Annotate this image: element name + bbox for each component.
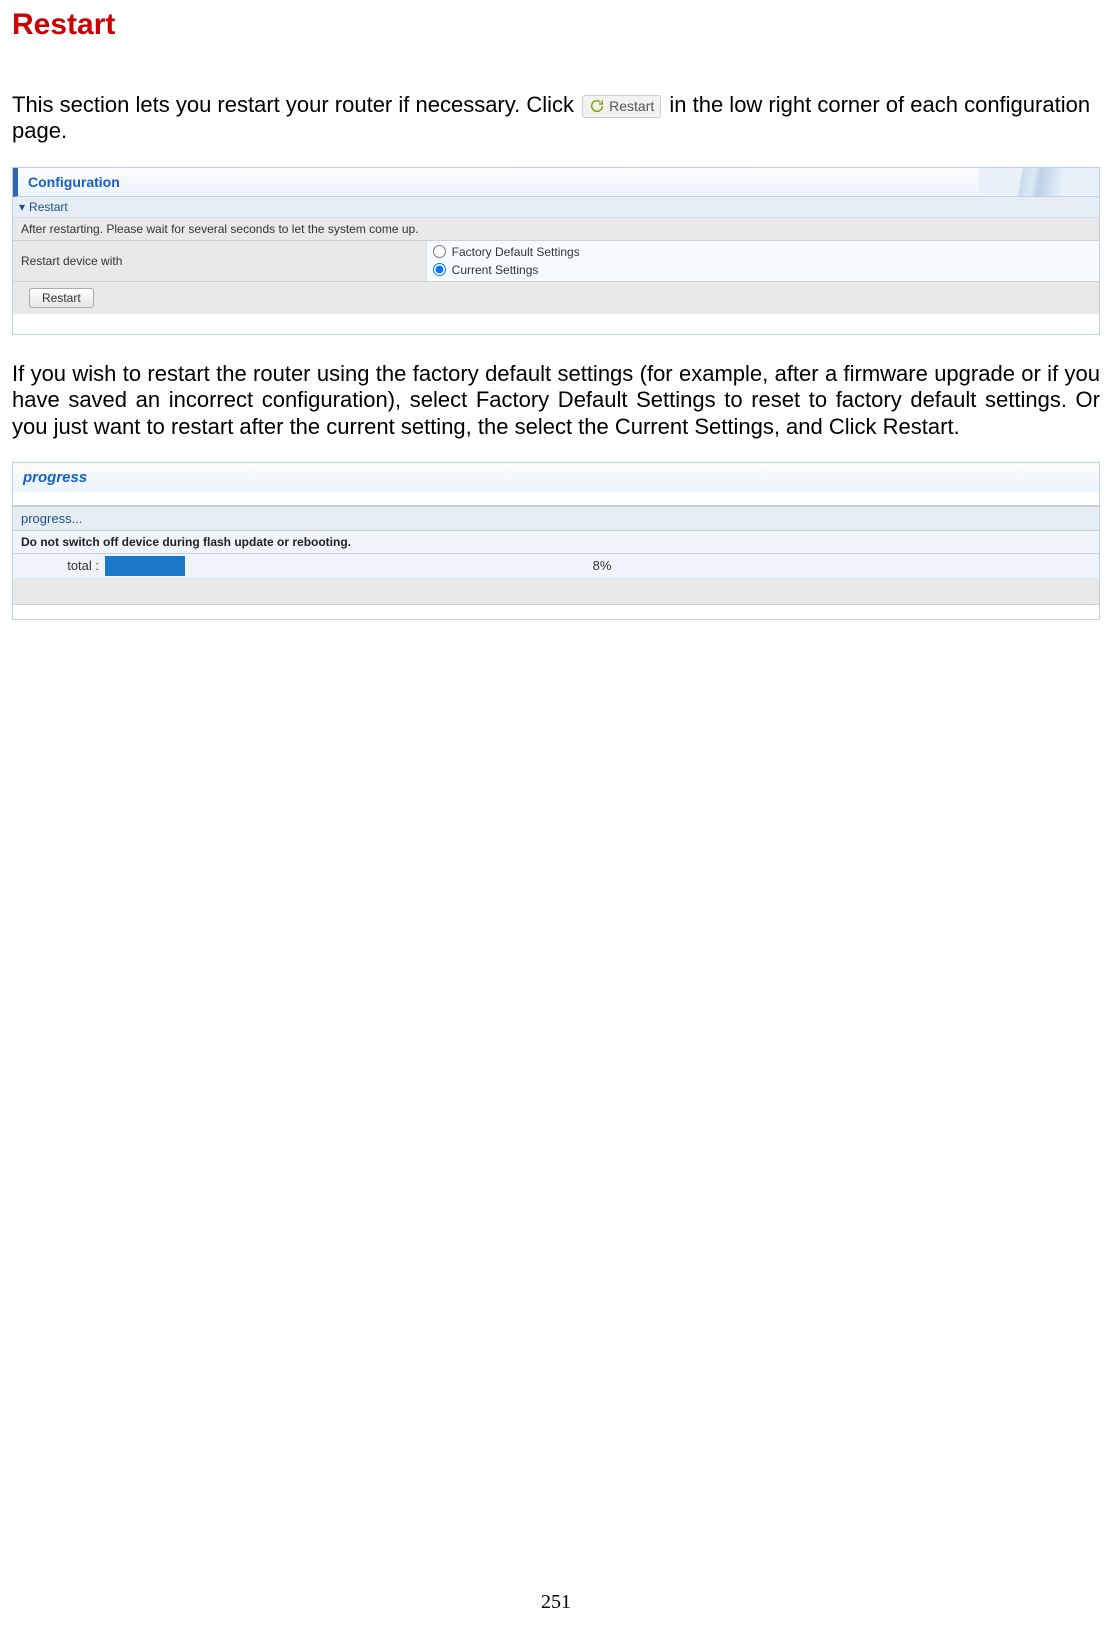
option-current-settings-label: Current Settings	[452, 263, 539, 277]
option-current-settings[interactable]: Current Settings	[433, 261, 1093, 279]
restart-options-row: Restart device with Factory Default Sett…	[13, 241, 1099, 282]
progress-percent-text: 8%	[105, 558, 1099, 573]
progress-label: total :	[13, 558, 105, 573]
restart-icon	[589, 98, 605, 114]
middle-paragraph: If you wish to restart the router using …	[12, 361, 1100, 440]
restart-info-text: After restarting. Please wait for severa…	[13, 218, 1099, 241]
progress-panel-empty-row	[13, 579, 1099, 605]
panel-footer-space	[13, 314, 1099, 334]
progress-warning: Do not switch off device during flash up…	[13, 531, 1099, 554]
page-number: 251	[0, 1591, 1112, 1614]
intro-paragraph: This section lets you restart your route…	[12, 92, 1100, 145]
progress-subheader: progress...	[13, 506, 1099, 531]
progress-panel-spacer	[13, 492, 1099, 506]
configuration-panel-title: Configuration	[28, 174, 120, 190]
configuration-panel: Configuration ▾ Restart After restarting.…	[12, 167, 1100, 335]
option-factory-default-label: Factory Default Settings	[452, 245, 580, 259]
intro-text-pre: This section lets you restart your route…	[12, 92, 580, 117]
progress-panel-bottom-space	[13, 605, 1099, 619]
radio-current-settings[interactable]	[433, 263, 446, 276]
restart-section-row[interactable]: ▾ Restart	[13, 197, 1099, 218]
restart-option-label: Restart device with	[13, 241, 426, 281]
inline-restart-label: Restart	[609, 98, 654, 115]
progress-bar-row: total : 8%	[13, 554, 1099, 579]
header-decoration	[979, 168, 1099, 196]
inline-restart-button-sample: Restart	[582, 95, 661, 118]
restart-section-label: Restart	[29, 200, 68, 214]
restart-option-values: Factory Default Settings Current Setting…	[426, 241, 1099, 281]
option-factory-default[interactable]: Factory Default Settings	[433, 243, 1093, 261]
radio-factory-default[interactable]	[433, 245, 446, 258]
restart-button-row: Restart	[13, 282, 1099, 314]
progress-panel-header: progress	[13, 463, 1099, 492]
configuration-panel-header: Configuration	[13, 168, 1099, 197]
restart-button[interactable]: Restart	[29, 288, 94, 308]
page-title: Restart	[12, 8, 1100, 42]
progress-track: 8%	[105, 556, 1099, 576]
caret-down-icon: ▾	[19, 200, 25, 214]
progress-panel: progress progress... Do not switch off d…	[12, 462, 1100, 620]
